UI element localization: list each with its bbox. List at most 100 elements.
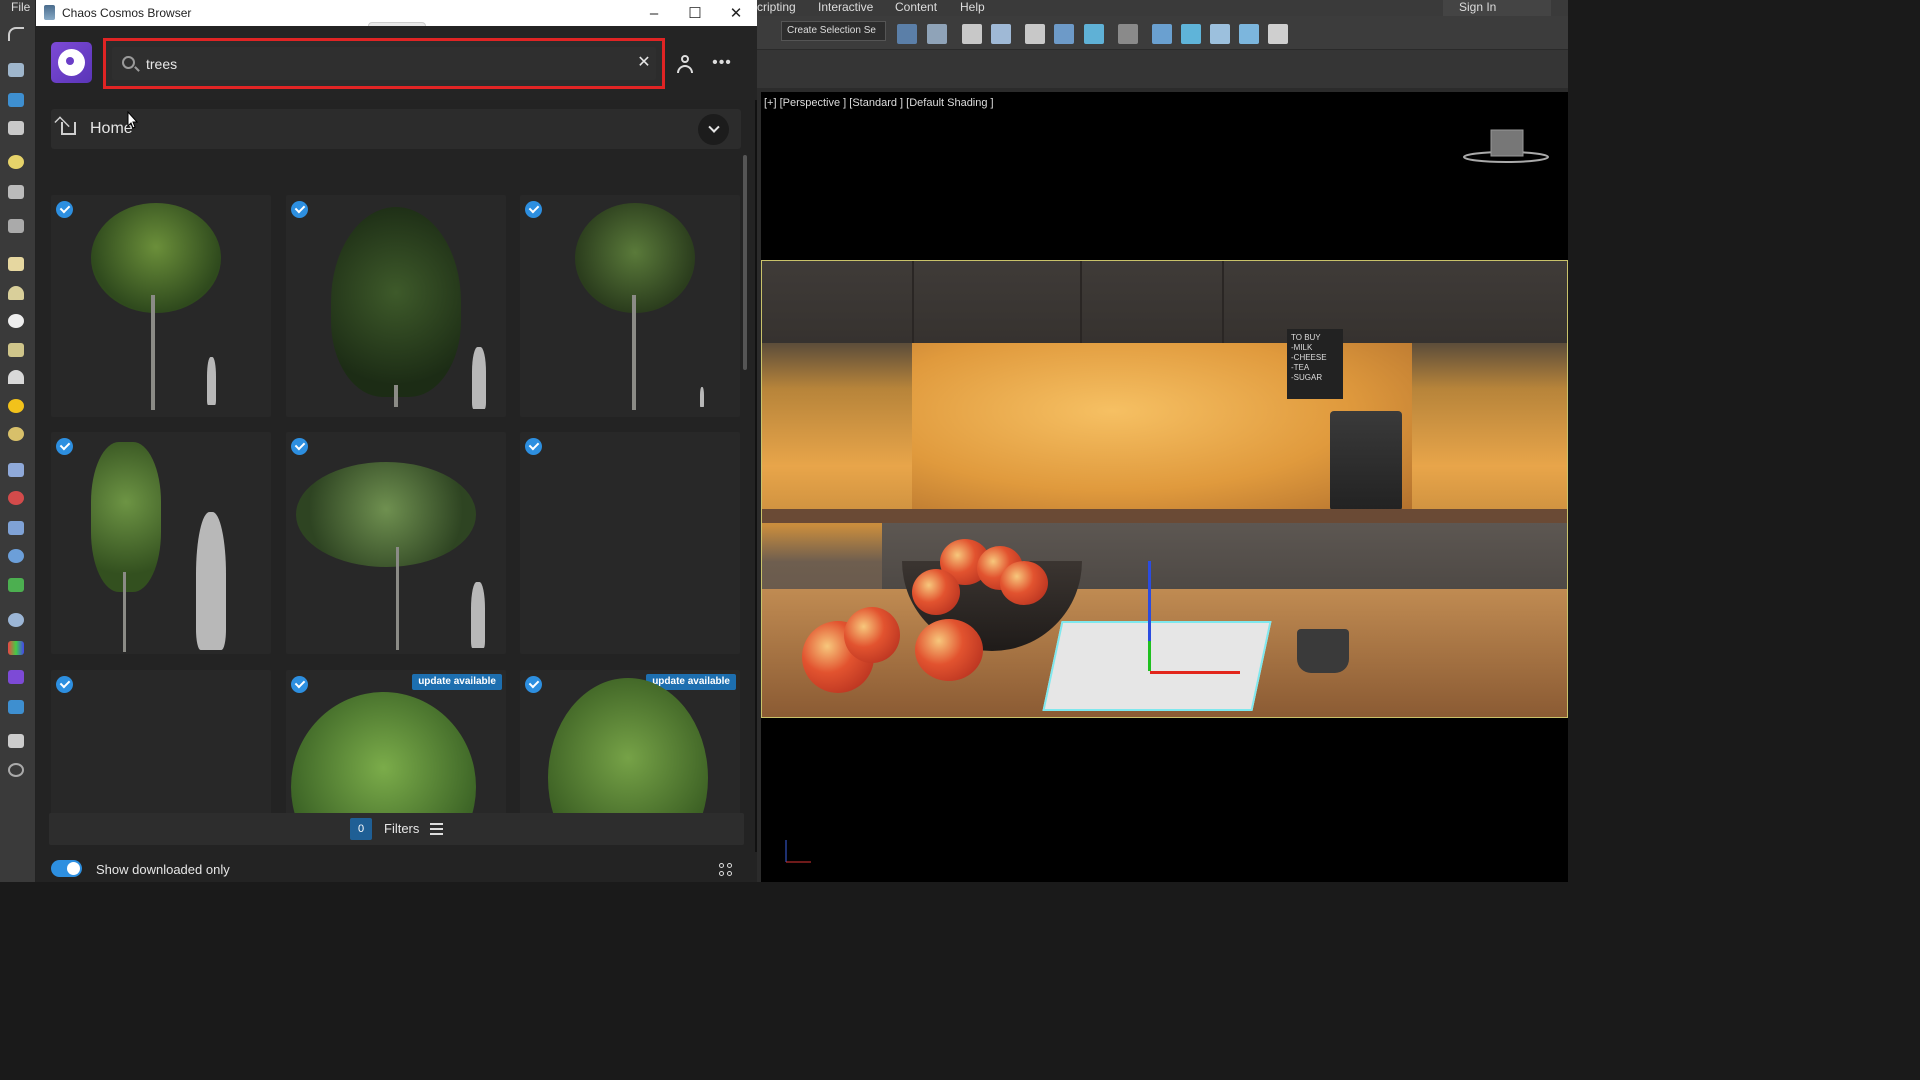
menu-interactive[interactable]: Interactive bbox=[818, 0, 873, 14]
menu-help[interactable]: Help bbox=[960, 0, 985, 14]
tree-canopy bbox=[91, 442, 161, 592]
asset-card[interactable] bbox=[51, 195, 271, 417]
update-available-badge: update available bbox=[412, 674, 502, 690]
world-axis-icon bbox=[785, 840, 811, 863]
plane-icon[interactable] bbox=[6, 254, 26, 274]
perspective-viewport[interactable]: [+] [Perspective ] [Standard ] [Default … bbox=[761, 92, 1568, 882]
plant-icon[interactable] bbox=[6, 575, 26, 595]
scale-figure bbox=[472, 347, 486, 409]
downloaded-check-icon bbox=[525, 438, 542, 455]
render-frame-icon[interactable] bbox=[6, 118, 26, 138]
viewport-label[interactable]: [+] [Perspective ] [Standard ] [Default … bbox=[764, 97, 994, 109]
render-setup-icon[interactable] bbox=[6, 90, 26, 110]
gizmo-y-axis[interactable] bbox=[1148, 641, 1151, 671]
cosmos-logo[interactable] bbox=[51, 42, 92, 83]
sun-icon[interactable] bbox=[6, 396, 26, 416]
breadcrumb[interactable]: Home bbox=[51, 109, 741, 149]
scatter-icon[interactable] bbox=[6, 518, 26, 538]
render-iterative-icon[interactable] bbox=[1239, 24, 1259, 44]
sphere-light-icon[interactable] bbox=[6, 311, 26, 331]
asset-card[interactable] bbox=[520, 195, 740, 417]
cone-icon[interactable] bbox=[6, 367, 26, 387]
search-bar[interactable]: ✕ bbox=[112, 47, 656, 80]
render-production-icon[interactable] bbox=[1210, 24, 1230, 44]
proxy-icon[interactable] bbox=[6, 488, 26, 508]
selected-magazine[interactable] bbox=[1042, 621, 1272, 711]
cabinet-seam bbox=[912, 261, 914, 343]
shopping-list-chalkboard: TO BUY -MILK -CHEESE -TEA -SUGAR bbox=[1287, 329, 1343, 399]
host-command-toolbar: File bbox=[0, 0, 36, 882]
host-main-toolbar: Create Selection Se bbox=[757, 16, 1568, 50]
ies-light-icon[interactable] bbox=[6, 424, 26, 444]
apple bbox=[912, 569, 960, 615]
layer-explorer-icon[interactable] bbox=[991, 24, 1011, 44]
scale-figure bbox=[207, 357, 216, 405]
asset-card[interactable] bbox=[51, 670, 271, 815]
file-menu[interactable]: File bbox=[0, 0, 36, 16]
apple bbox=[844, 607, 900, 663]
search-icon bbox=[122, 56, 135, 69]
render-grid-icon[interactable] bbox=[1268, 24, 1288, 44]
spot-light-icon[interactable] bbox=[6, 340, 26, 360]
asset-grid-scrollbar[interactable] bbox=[743, 155, 747, 370]
undo-icon[interactable] bbox=[6, 24, 26, 44]
tree-trunk bbox=[123, 572, 126, 652]
scene-explorer-icon[interactable] bbox=[962, 24, 982, 44]
host-menu-bar: cripting Interactive Content Help Sign I… bbox=[757, 0, 1568, 16]
tree-canopy bbox=[296, 462, 476, 567]
fur-icon[interactable] bbox=[6, 460, 26, 480]
asset-card[interactable]: update available bbox=[286, 670, 506, 815]
vfb-icon[interactable] bbox=[6, 697, 26, 717]
rendered-frame-window-icon[interactable] bbox=[1181, 24, 1201, 44]
search-input[interactable] bbox=[146, 54, 616, 74]
clear-search-icon[interactable]: ✕ bbox=[635, 54, 653, 72]
asset-card[interactable] bbox=[51, 432, 271, 654]
menu-scripting[interactable]: cripting bbox=[757, 0, 796, 14]
gear-icon[interactable] bbox=[6, 546, 26, 566]
window-titlebar[interactable]: Chaos Cosmos Browser – ☐ ✕ bbox=[36, 0, 757, 30]
toggle-ribbon-icon[interactable] bbox=[1025, 24, 1045, 44]
cosmos-icon[interactable] bbox=[6, 667, 26, 687]
help-icon[interactable] bbox=[6, 760, 26, 780]
minimize-button[interactable]: – bbox=[634, 2, 674, 24]
coffee-machine bbox=[1330, 411, 1402, 511]
dome-icon[interactable] bbox=[6, 283, 26, 303]
curve-editor-icon[interactable] bbox=[1054, 24, 1074, 44]
apple bbox=[915, 619, 983, 681]
more-options-icon[interactable]: ••• bbox=[712, 54, 732, 74]
camera-icon[interactable] bbox=[6, 182, 26, 202]
material-palette-icon[interactable] bbox=[6, 638, 26, 658]
maximize-button[interactable]: ☐ bbox=[675, 2, 715, 24]
cosmos-browser-window: Chaos Cosmos Browser – ☐ ✕ ✕ ••• Home bbox=[36, 0, 757, 882]
schematic-view-icon[interactable] bbox=[1084, 24, 1104, 44]
apple bbox=[1000, 561, 1048, 605]
gizmo-x-axis[interactable] bbox=[1150, 671, 1240, 674]
asset-card[interactable] bbox=[286, 432, 506, 654]
menu-content[interactable]: Content bbox=[895, 0, 937, 14]
user-account-icon[interactable] bbox=[676, 54, 694, 74]
asset-card[interactable]: update available bbox=[520, 670, 740, 815]
downloaded-check-icon bbox=[56, 676, 73, 693]
asset-card[interactable] bbox=[520, 432, 740, 654]
filters-button[interactable]: 0 Filters bbox=[49, 813, 744, 845]
kitchen-scene-render[interactable]: TO BUY -MILK -CHEESE -TEA -SUGAR bbox=[761, 260, 1568, 718]
viewcube-icon[interactable] bbox=[1461, 127, 1551, 167]
layers-icon[interactable] bbox=[6, 731, 26, 751]
show-downloaded-toggle[interactable] bbox=[51, 860, 82, 877]
asset-card[interactable] bbox=[286, 195, 506, 417]
sign-in-button[interactable]: Sign In bbox=[1443, 0, 1551, 16]
gizmo-z-axis[interactable] bbox=[1148, 561, 1151, 643]
selection-set-dropdown[interactable]: Create Selection Se bbox=[781, 21, 886, 41]
render-setup-toolbar-icon[interactable] bbox=[1152, 24, 1172, 44]
align-icon[interactable] bbox=[927, 24, 947, 44]
material-ball-icon[interactable] bbox=[6, 610, 26, 630]
teapot-icon[interactable] bbox=[6, 60, 26, 80]
cabinet-seam bbox=[1222, 261, 1224, 343]
close-button[interactable]: ✕ bbox=[716, 2, 756, 24]
material-editor-icon[interactable] bbox=[1118, 24, 1138, 44]
mirror-icon[interactable] bbox=[897, 24, 917, 44]
settings-icon[interactable] bbox=[6, 216, 26, 236]
grid-view-icon[interactable] bbox=[719, 863, 733, 877]
category-expand-button[interactable] bbox=[698, 114, 729, 145]
light-icon[interactable] bbox=[6, 152, 26, 172]
